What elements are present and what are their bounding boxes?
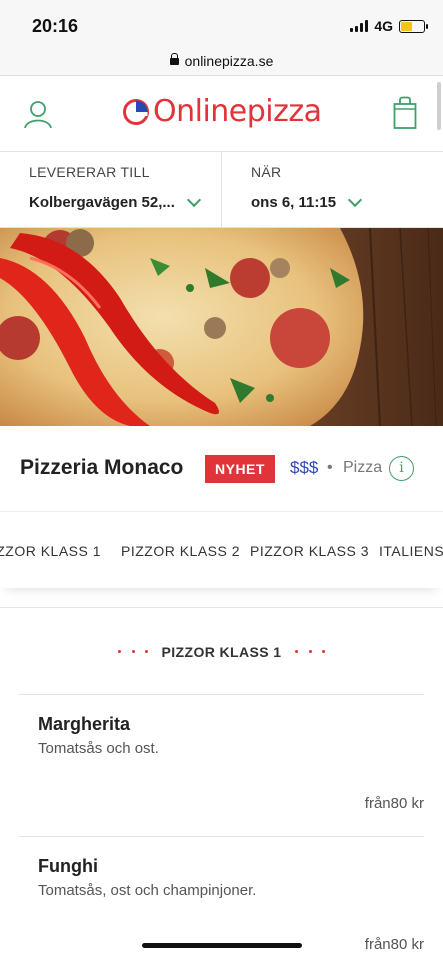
status-indicators: 4G <box>350 18 428 34</box>
tab-pizzor-klass-3[interactable]: PIZZOR KLASS 3 <box>250 543 369 559</box>
app-header: Onlinepizza <box>0 76 443 152</box>
restaurant-info: Pizzeria Monaco NYHET $$$ • Pizza i <box>0 426 443 512</box>
item-name: Funghi <box>38 856 98 876</box>
signal-icon <box>350 20 369 32</box>
delivery-options: LEVERERAR TILL Kolbergavägen 52,... NÄR … <box>0 152 443 228</box>
status-time: 20:16 <box>32 16 79 36</box>
battery-level <box>401 21 412 31</box>
chevron-down-icon <box>347 192 363 207</box>
status-bar: 20:16 4G <box>0 0 443 46</box>
battery-icon <box>399 19 428 33</box>
chevron-down-icon <box>186 192 201 207</box>
home-indicator[interactable] <box>142 943 302 948</box>
lock-icon <box>169 52 179 67</box>
logo[interactable]: Onlinepizza <box>122 94 322 129</box>
address-label: LEVERERAR TILL <box>29 164 150 180</box>
tab-pizzor-klass-2[interactable]: PIZZOR KLASS 2 <box>121 543 240 559</box>
new-badge: NYHET <box>205 455 275 483</box>
separator-dot: • <box>327 459 333 476</box>
divider <box>19 836 424 837</box>
restaurant-hero-image <box>0 228 443 426</box>
time-label: NÄR <box>251 164 282 180</box>
price-level: $$$ <box>290 458 319 477</box>
section-title: PIZZOR KLASS 1 <box>161 644 282 660</box>
logo-mark-icon <box>123 98 149 125</box>
item-name: Margherita <box>38 714 131 734</box>
address-value: Kolbergavägen 52,... <box>29 194 175 211</box>
shopping-bag-icon[interactable] <box>393 96 417 130</box>
menu-section-header: PIZZOR KLASS 1 <box>0 644 443 662</box>
scrollbar[interactable] <box>437 82 441 130</box>
item-price: från80 kr <box>364 936 424 953</box>
tab-pizzor-klass-1[interactable]: PIZZOR KLASS 1 <box>0 543 101 559</box>
url-bar[interactable]: onlinepizza.se <box>0 46 443 76</box>
category-tabs[interactable]: PIZZOR KLASS 1 PIZZOR KLASS 2 PIZZOR KLA… <box>0 512 443 588</box>
logo-text: Onlinepizza <box>153 94 322 129</box>
divider <box>0 607 443 608</box>
item-description: Tomatsås och ost. <box>38 740 159 757</box>
time-value: ons 6, 11:15 <box>251 194 337 211</box>
divider <box>19 694 424 695</box>
network-type: 4G <box>374 18 393 34</box>
user-icon[interactable] <box>22 98 54 130</box>
decorative-dots <box>295 650 325 653</box>
item-description: Tomatsås, ost och champinjoner. <box>38 882 257 899</box>
delivery-address-selector[interactable]: LEVERERAR TILL Kolbergavägen 52,... <box>0 152 222 227</box>
delivery-time-selector[interactable]: NÄR ons 6, 11:15 <box>222 152 443 227</box>
url-text: onlinepizza.se <box>184 52 274 69</box>
info-icon[interactable]: i <box>389 456 414 481</box>
item-price: från80 kr <box>364 795 424 812</box>
tab-italiensk[interactable]: ITALIENSK <box>379 543 443 559</box>
decorative-dots <box>118 650 148 653</box>
cuisine-label: Pizza <box>343 459 383 476</box>
restaurant-name: Pizzeria Monaco <box>20 456 184 479</box>
